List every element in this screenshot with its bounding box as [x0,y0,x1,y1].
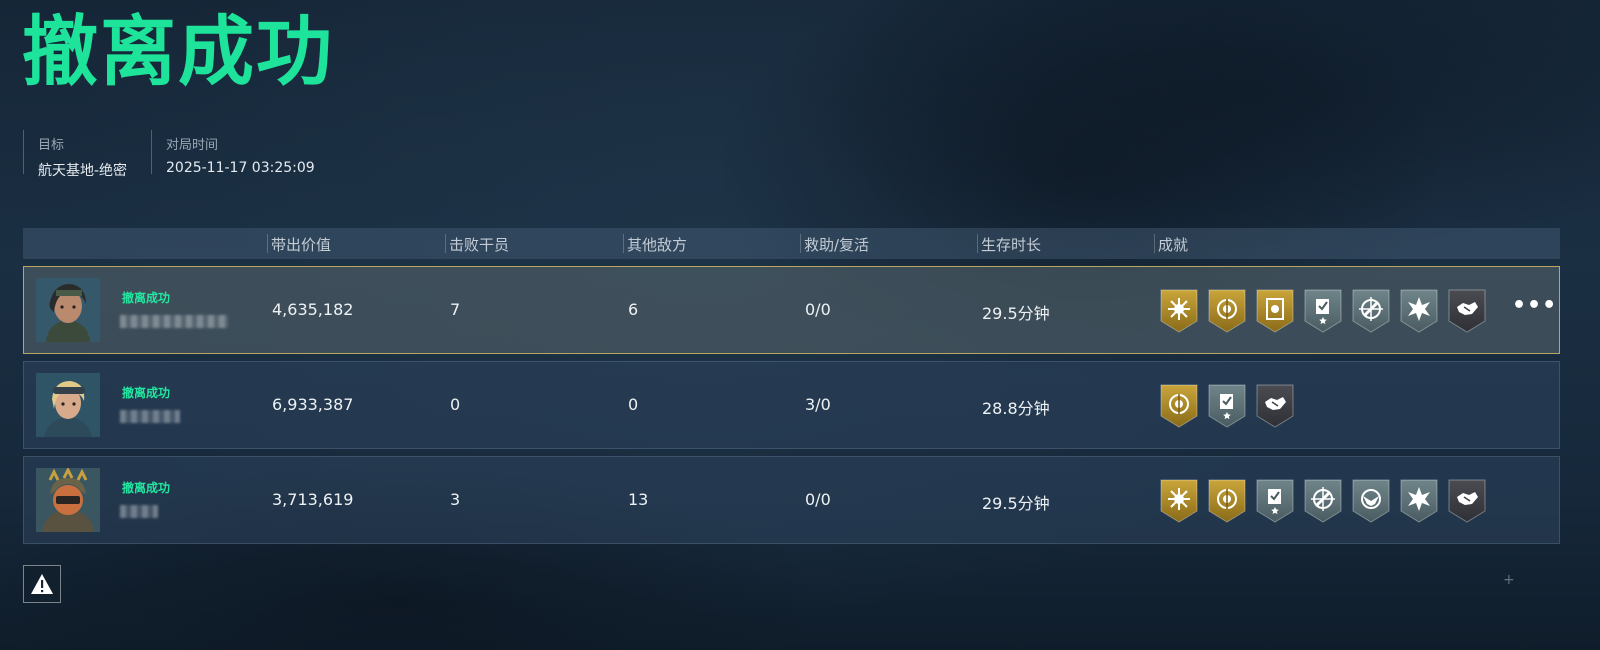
header-survival-time: 生存时长 [981,236,1042,254]
operator-kills: 7 [450,300,461,319]
operator-kills: 3 [450,490,461,509]
header-achievements: 成就 [1158,236,1189,254]
card-icon[interactable] [1256,289,1294,333]
clipboard-check-icon[interactable] [1304,289,1342,333]
table-header: 带出价值 击败干员 其他敌方 救助/复活 生存时长 成就 [23,228,1560,259]
sun-burst-icon[interactable] [1160,289,1198,333]
other-enemy-kills: 0 [628,395,639,414]
survival-time: 29.5分钟 [982,494,1050,513]
clipboard-check-icon[interactable] [1256,479,1294,523]
avatar[interactable] [36,278,100,342]
star-burst-icon[interactable] [1400,479,1438,523]
target-value: 航天基地-绝密 [38,163,128,179]
more-icon[interactable]: ••• [1512,293,1557,318]
handshake-icon[interactable] [1256,384,1294,428]
handshake-icon[interactable] [1448,479,1486,523]
other-enemy-kills: 13 [628,490,649,509]
player-name-obscured [120,410,180,423]
operator-kills: 0 [450,395,461,414]
achievement-list [1160,384,1304,428]
extracted-value: 3,713,619 [272,490,354,509]
emblem-circle-icon[interactable] [1160,384,1198,428]
player-name-obscured [120,315,228,328]
match-info-time: 对局时间 2025-11-17 03:25:09 [151,130,337,176]
player-row[interactable]: 撤离成功 6,933,387 0 0 3/0 28.8分钟 [23,361,1560,449]
results-table: 带出价值 击败干员 其他敌方 救助/复活 生存时长 成就 撤离成功 4,635,… [23,228,1560,544]
time-value: 2025-11-17 03:25:09 [166,160,315,176]
extraction-status: 撤离成功 [122,386,171,400]
survival-time: 29.5分钟 [982,304,1050,323]
crosshair-icon[interactable] [1304,479,1342,523]
achievement-list [1160,289,1496,333]
target-label: 目标 [38,138,65,153]
player-row[interactable]: 撤离成功 4,635,182 7 6 0/0 29.5分钟 ••• [23,266,1560,354]
extracted-value: 6,933,387 [272,395,354,414]
extraction-status: 撤离成功 [122,481,171,495]
report-button[interactable] [23,565,61,603]
assist-revive: 0/0 [805,490,831,509]
header-value: 带出价值 [271,236,332,254]
achievement-list [1160,479,1496,523]
match-info-target: 目标 航天基地-绝密 [23,130,149,179]
crosshair-icon[interactable] [1352,289,1390,333]
header-kills: 击败干员 [449,236,510,254]
sun-burst-icon[interactable] [1160,479,1198,523]
avatar[interactable] [36,468,100,532]
time-label: 对局时间 [166,138,219,153]
extracted-value: 4,635,182 [272,300,354,319]
page-title: 撤离成功 [22,7,334,96]
eagle-emblem-icon[interactable] [1352,479,1390,523]
player-row[interactable]: 撤离成功 3,713,619 3 13 0/0 29.5分钟 [23,456,1560,544]
player-name-obscured [120,505,158,518]
star-burst-icon[interactable] [1400,289,1438,333]
other-enemy-kills: 6 [628,300,639,319]
clipboard-check-icon[interactable] [1208,384,1246,428]
handshake-icon[interactable] [1448,289,1486,333]
assist-revive: 0/0 [805,300,831,319]
warning-triangle-icon [31,574,53,594]
extraction-status: 撤离成功 [122,291,171,305]
survival-time: 28.8分钟 [982,399,1050,418]
assist-revive: 3/0 [805,395,831,414]
crosshair-decoration: + [1503,572,1515,588]
header-assist-revive: 救助/复活 [804,236,870,254]
emblem-circle-icon[interactable] [1208,479,1246,523]
avatar[interactable] [36,373,100,437]
header-other-enemies: 其他敌方 [627,236,688,254]
emblem-circle-icon[interactable] [1208,289,1246,333]
